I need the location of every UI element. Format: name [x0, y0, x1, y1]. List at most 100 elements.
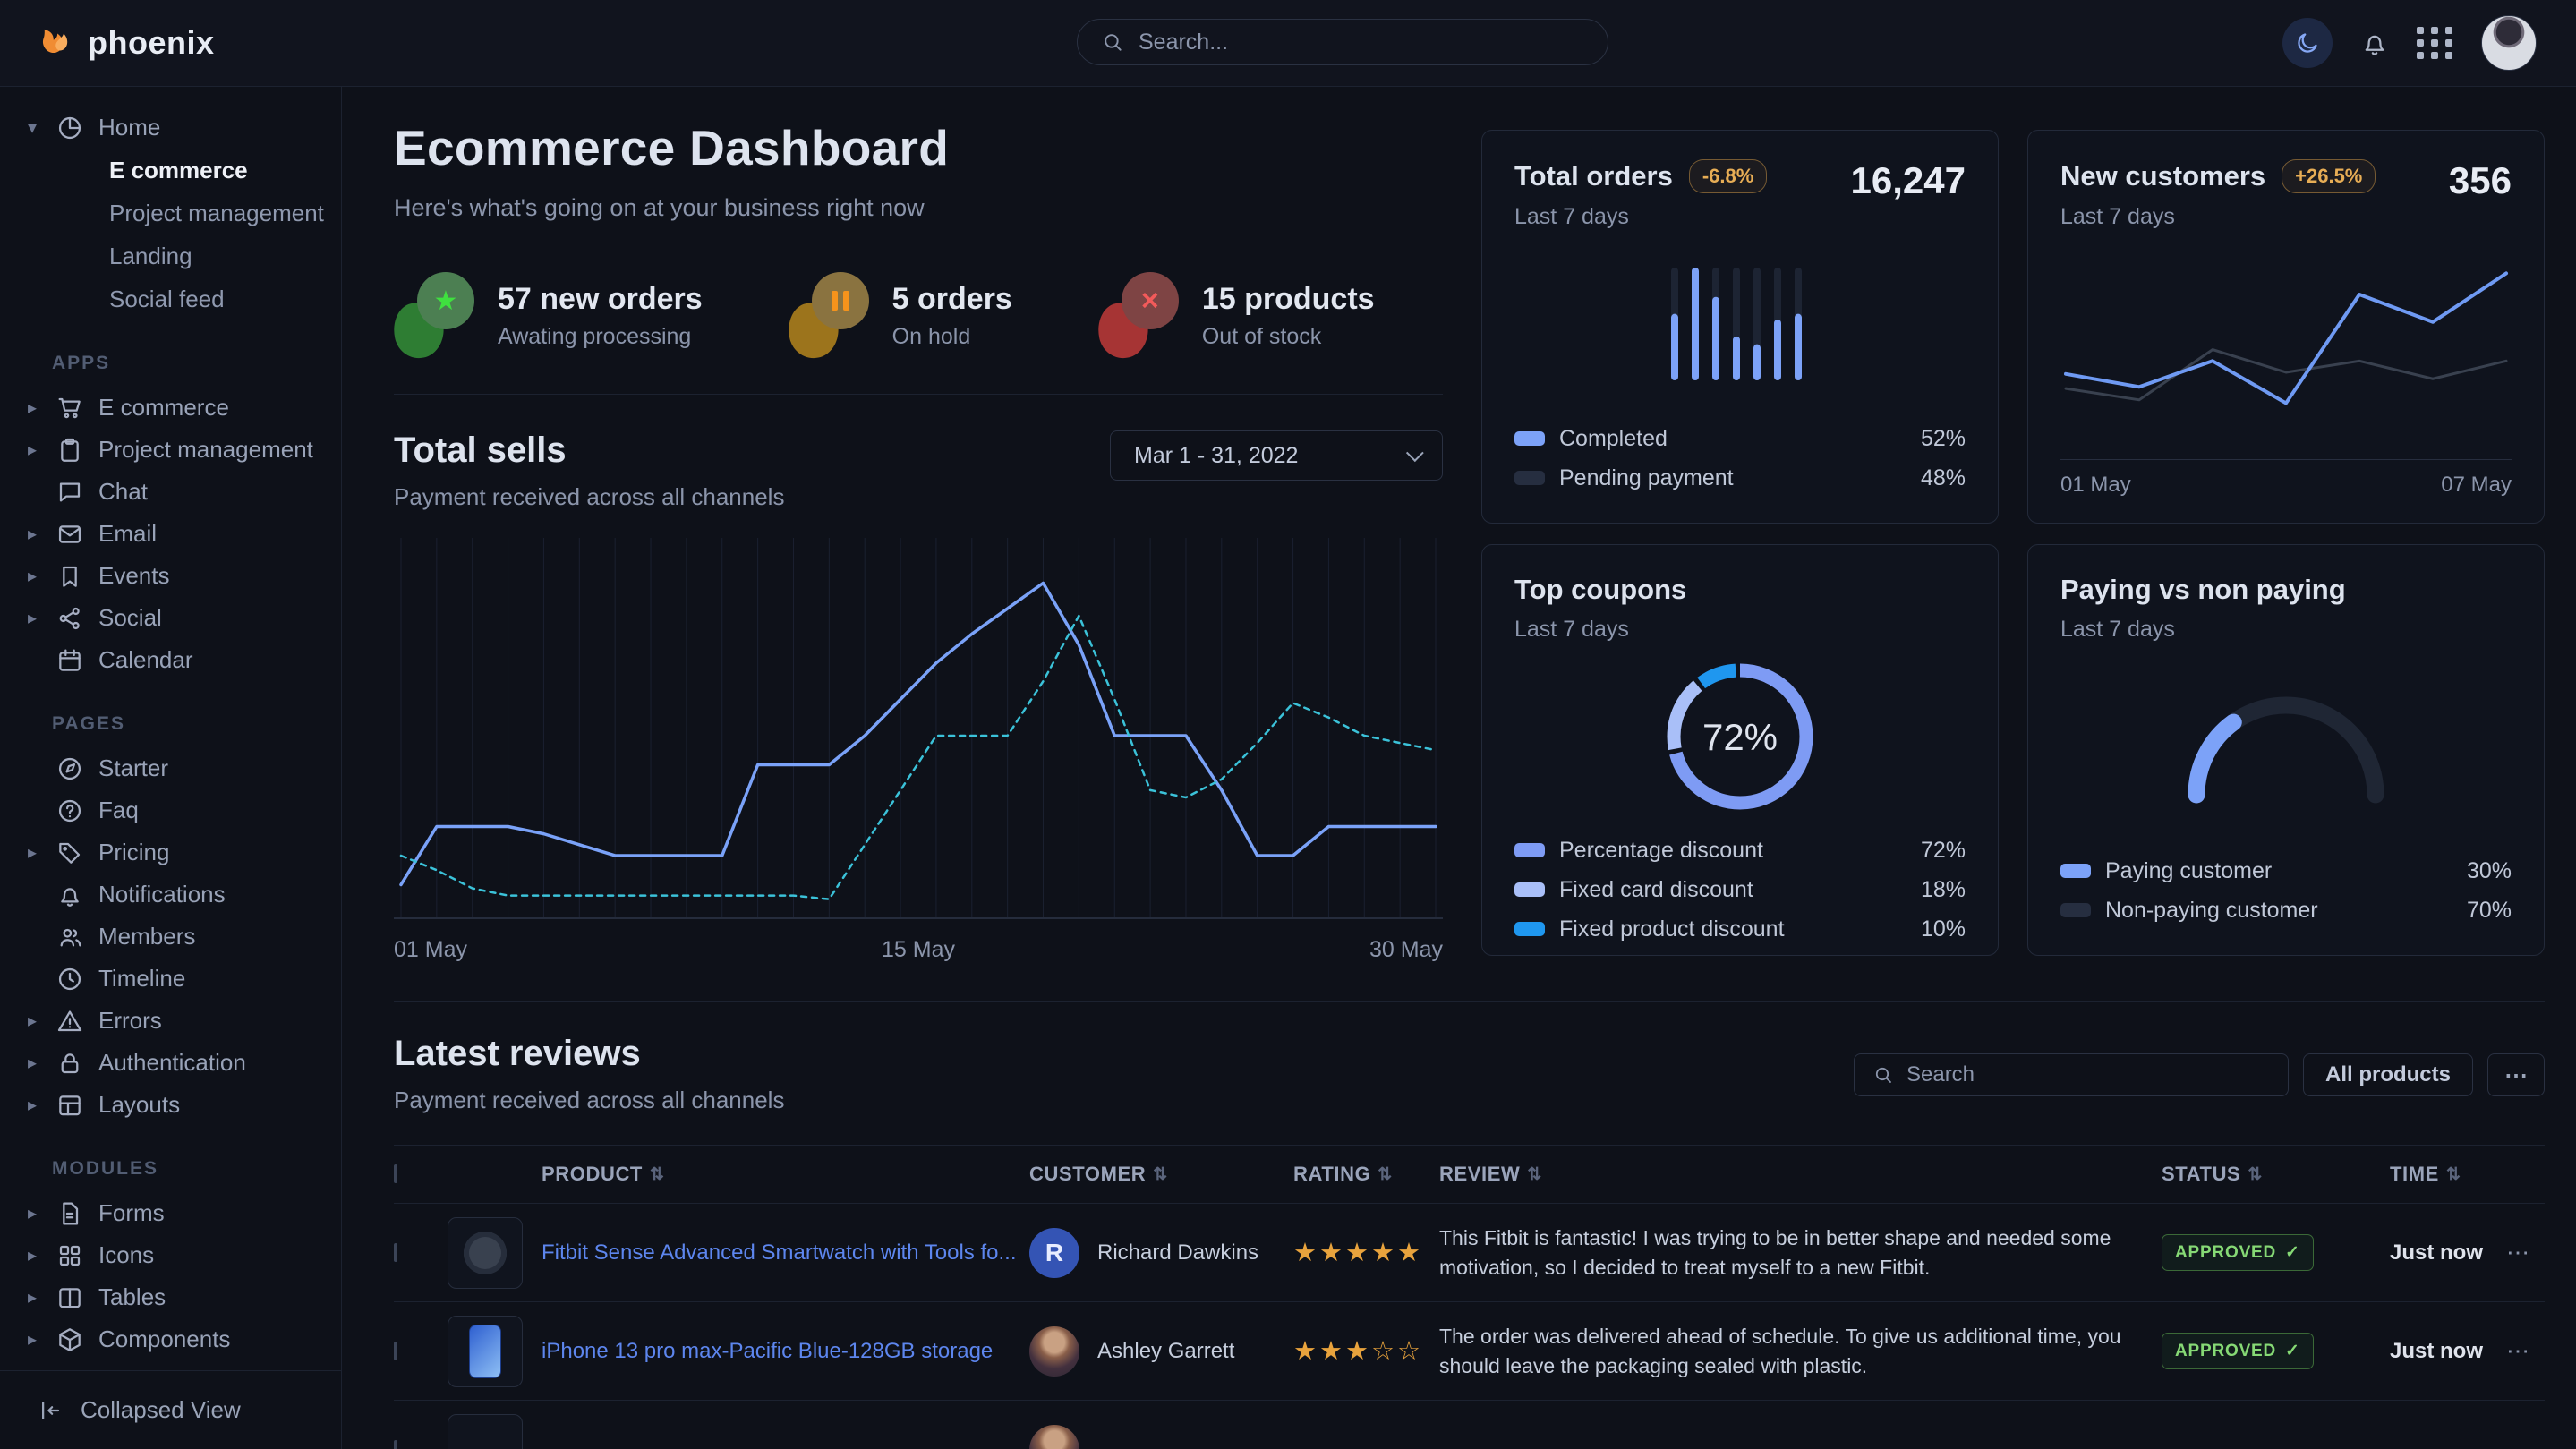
row-more-button[interactable]: ⋯: [2506, 1239, 2529, 1266]
review-time: Just now: [2390, 1339, 2483, 1363]
sidebar-item-label: Icons: [98, 1241, 154, 1269]
grid4-icon: [55, 1241, 84, 1270]
reviews-search[interactable]: [1854, 1053, 2289, 1096]
cart-icon: [55, 394, 84, 422]
calendar-icon: [55, 646, 84, 675]
product-link[interactable]: iPhone 13 pro max-Pacific Blue-128GB sto…: [542, 1339, 1019, 1363]
legend-swatch: [2060, 903, 2091, 917]
product-link[interactable]: Fitbit Sense Advanced Smartwatch with To…: [542, 1240, 1043, 1265]
date-range-select[interactable]: Mar 1 - 31, 2022: [1110, 430, 1443, 481]
column-header-review[interactable]: REVIEW⇅: [1439, 1163, 2162, 1186]
row-more-button[interactable]: ⋯: [2506, 1337, 2529, 1364]
sidebar-item-starter[interactable]: Starter: [0, 747, 332, 789]
sidebar-item-label: Components: [98, 1325, 230, 1353]
sidebar-item-home[interactable]: ▾Home: [0, 107, 332, 149]
apps-menu-button[interactable]: [2417, 27, 2454, 59]
caret-right-icon: ▸: [23, 523, 41, 545]
notifications-button[interactable]: [2359, 28, 2390, 58]
sidebar-item-members[interactable]: Members: [0, 916, 332, 958]
global-search-input[interactable]: [1139, 30, 1584, 55]
all-products-button[interactable]: All products: [2303, 1053, 2473, 1096]
sidebar-item-forms[interactable]: ▸Forms: [0, 1192, 332, 1234]
sidebar-section-apps: APPS: [52, 353, 332, 374]
row-checkbox[interactable]: [394, 1342, 397, 1360]
product-link[interactable]: [542, 1437, 568, 1449]
select-all-checkbox[interactable]: [394, 1164, 397, 1183]
sidebar-item-project-management[interactable]: Project management: [0, 192, 332, 234]
sidebar-item-tables[interactable]: ▸Tables: [0, 1276, 332, 1318]
sidebar-item-label: Faq: [98, 797, 139, 824]
top-coupons-card: Top coupons Last 7 days 72% Percentage d…: [1481, 544, 1999, 956]
sidebar-item-project-management[interactable]: ▸Project management: [0, 429, 332, 471]
product-thumbnail[interactable]: [448, 1217, 523, 1289]
sidebar-item-label: Starter: [98, 754, 168, 782]
card-period: Last 7 days: [1514, 204, 1767, 230]
sidebar-item-e-commerce[interactable]: E commerce: [0, 149, 332, 192]
legend-label: Paying customer: [2105, 858, 2272, 884]
paying-legend: Paying customer30%Non-paying customer70%: [2060, 851, 2512, 930]
phoenix-logo-icon: [36, 23, 75, 63]
stat-5-orders: 5 ordersOn hold: [789, 272, 1012, 360]
sidebar-item-faq[interactable]: Faq: [0, 789, 332, 831]
card-period: Last 7 days: [2060, 617, 2346, 643]
paying-card: Paying vs non paying Last 7 days Paying …: [2027, 544, 2545, 956]
box-icon: [55, 1325, 84, 1354]
sidebar-item-components[interactable]: ▸Components: [0, 1318, 332, 1360]
legend-value: 52%: [1921, 426, 1966, 452]
sidebar-item-label: Timeline: [98, 965, 185, 993]
legend-label: Percentage discount: [1559, 838, 1763, 864]
column-header-product[interactable]: PRODUCT⇅: [542, 1163, 1029, 1186]
status-badge: APPROVED✓: [2162, 1234, 2314, 1271]
sidebar-item-label: Calendar: [98, 646, 193, 674]
caret-right-icon: ▸: [23, 439, 41, 461]
total-sells-subtitle: Payment received across all channels: [394, 483, 784, 511]
sidebar-item-chat[interactable]: Chat: [0, 471, 332, 513]
share-icon: [55, 604, 84, 633]
stat-title: 57 new orders: [498, 282, 703, 317]
total-orders-legend-completed: Completed52%: [1514, 419, 1966, 458]
stat-15-products: ×15 productsOut of stock: [1098, 272, 1375, 360]
main-content: Ecommerce Dashboard Here's what's going …: [342, 87, 2576, 1449]
sidebar-item-notifications[interactable]: Notifications: [0, 874, 332, 916]
column-header-status[interactable]: STATUS⇅: [2162, 1163, 2390, 1186]
new-customers-value: 356: [2449, 159, 2512, 202]
sidebar-item-layouts[interactable]: ▸Layouts: [0, 1084, 332, 1126]
more-options-button[interactable]: ⋯: [2487, 1053, 2545, 1096]
sidebar-item-landing[interactable]: Landing: [0, 234, 332, 277]
legend-swatch: [1514, 843, 1545, 857]
sidebar-item-pricing[interactable]: ▸Pricing: [0, 831, 332, 874]
legend-swatch: [2060, 864, 2091, 878]
sidebar-item-calendar[interactable]: Calendar: [0, 639, 332, 681]
search-icon: [1101, 30, 1124, 54]
legend-value: 48%: [1921, 465, 1966, 491]
column-header-time[interactable]: TIME⇅: [2390, 1163, 2506, 1186]
sidebar-item-social-feed[interactable]: Social feed: [0, 277, 332, 320]
page-subtitle: Here's what's going on at your business …: [394, 194, 1443, 222]
row-checkbox[interactable]: [394, 1440, 397, 1449]
sidebar-item-social[interactable]: ▸Social: [0, 597, 332, 639]
caret-right-icon: ▸: [23, 565, 41, 587]
sidebar-item-email[interactable]: ▸Email: [0, 513, 332, 555]
column-header-rating[interactable]: RATING⇅: [1293, 1163, 1439, 1186]
global-search[interactable]: [1077, 19, 1608, 65]
collapsed-view-button[interactable]: Collapsed View: [0, 1370, 341, 1449]
sidebar-item-e-commerce[interactable]: ▸E commerce: [0, 387, 332, 429]
sidebar-item-errors[interactable]: ▸Errors: [0, 1000, 332, 1042]
brand[interactable]: phoenix: [36, 23, 215, 63]
product-thumbnail[interactable]: [448, 1414, 523, 1449]
pause-icon: [789, 272, 871, 360]
sidebar-item-events[interactable]: ▸Events: [0, 555, 332, 597]
total-orders-legend-pending-payment: Pending payment48%: [1514, 458, 1966, 498]
user-avatar[interactable]: [2481, 15, 2537, 71]
card-period: Last 7 days: [1514, 617, 1686, 643]
sidebar-item-timeline[interactable]: Timeline: [0, 958, 332, 1000]
paying-legend-paying-customer: Paying customer30%: [2060, 851, 2512, 891]
column-header-customer[interactable]: CUSTOMER⇅: [1029, 1163, 1293, 1186]
sidebar-item-icons[interactable]: ▸Icons: [0, 1234, 332, 1276]
reviews-search-input[interactable]: [1906, 1062, 2270, 1087]
theme-toggle-button[interactable]: [2282, 18, 2333, 68]
sidebar-item-authentication[interactable]: ▸Authentication: [0, 1042, 332, 1084]
product-thumbnail[interactable]: [448, 1316, 523, 1387]
row-checkbox[interactable]: [394, 1243, 397, 1262]
sort-icon: ⇅: [2248, 1164, 2263, 1185]
